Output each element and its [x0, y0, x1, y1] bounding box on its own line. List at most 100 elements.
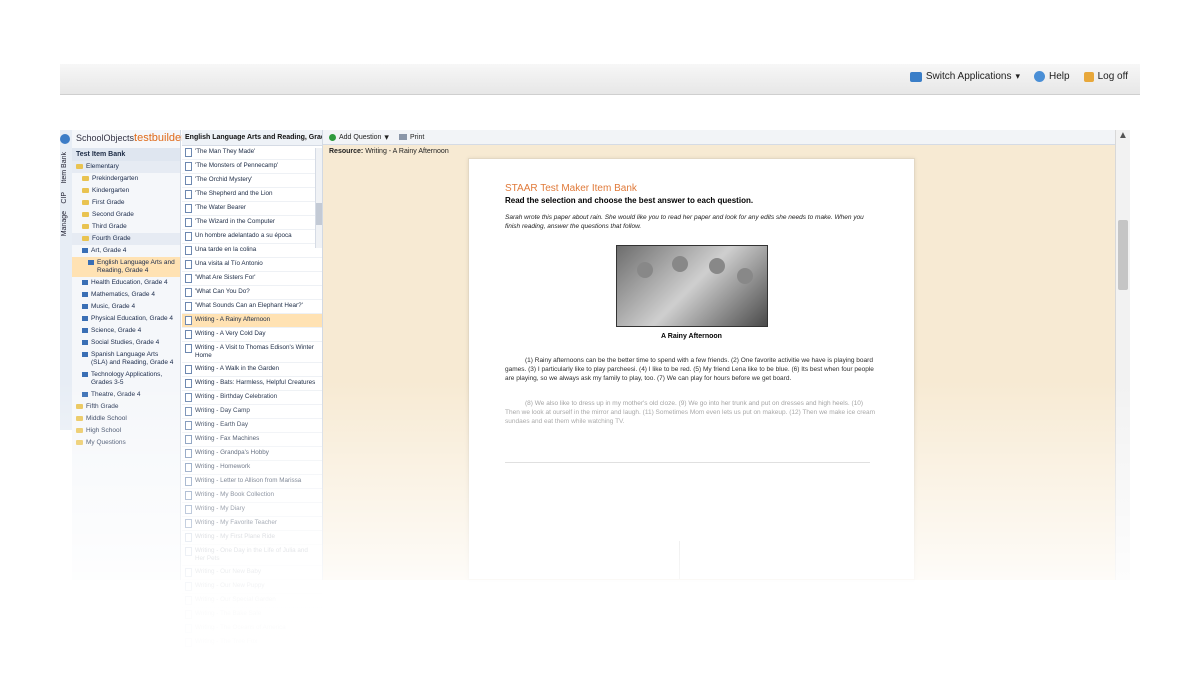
list-item[interactable]: Writing - Day Camp: [182, 405, 322, 419]
list-item[interactable]: 'What Can You Do?: [182, 286, 322, 300]
tree-item[interactable]: Fifth Grade: [72, 401, 180, 413]
tree-item[interactable]: Social Studies, Grade 4: [72, 337, 180, 349]
tab-manage[interactable]: Manage: [61, 211, 68, 236]
tree-item[interactable]: Fourth Grade: [72, 233, 180, 245]
tree-list: Elementary Prekindergarten Kindergarten Fir…: [72, 161, 180, 449]
resource-list-scrollbar[interactable]: [315, 148, 322, 248]
tree-item[interactable]: Middle School: [72, 413, 180, 425]
tree-item[interactable]: Kindergarten: [72, 185, 180, 197]
list-item[interactable]: 'The Wizard in the Computer: [182, 216, 322, 230]
tree-item[interactable]: Theatre, Grade 4: [72, 389, 180, 401]
list-item[interactable]: 'The Water Bearer: [182, 202, 322, 216]
tree-item-label: Social Studies, Grade 4: [91, 339, 160, 346]
tree-item[interactable]: Health Education, Grade 4: [72, 277, 180, 289]
tree-item[interactable]: Elementary: [72, 161, 180, 173]
list-item[interactable]: Writing - Bats: Harmless, Helpful Creatu…: [182, 377, 322, 391]
list-item[interactable]: Writing - My Book Collection: [182, 489, 322, 503]
folder-icon: [76, 416, 83, 421]
tree-item[interactable]: Science, Grade 4: [72, 325, 180, 337]
photo-figure: [708, 258, 725, 274]
list-item[interactable]: Writing - My Diary: [182, 503, 322, 517]
print-icon: [398, 134, 407, 140]
list-item[interactable]: 'The Man They Made': [182, 146, 322, 160]
logoff-button[interactable]: Log off: [1083, 71, 1128, 82]
viewer-scrollbar[interactable]: ▲: [1115, 130, 1130, 580]
page-brand: STAAR Test Maker Item Bank: [505, 183, 637, 194]
list-item-label: Writing - The Tree Fox: [195, 638, 258, 645]
list-item[interactable]: Writing - A Rainy Afternoon: [182, 314, 322, 328]
list-item-label: Writing - The Oceans of America: [195, 624, 286, 631]
print-button[interactable]: Print: [398, 134, 424, 141]
folder-icon: [82, 224, 89, 229]
home-icon[interactable]: [60, 134, 70, 144]
list-item[interactable]: Una tarde en la colina: [182, 244, 322, 258]
list-item-label: 'The Shepherd and the Lion: [195, 190, 273, 197]
list-item[interactable]: 'What Are Sisters For': [182, 272, 322, 286]
list-item[interactable]: Un hombre adelantado a su época: [182, 230, 322, 244]
document-icon: [185, 379, 192, 388]
list-item[interactable]: Writing - Our Special Garden: [182, 594, 322, 608]
list-item[interactable]: Writing - One Day in the Life of Julia a…: [182, 545, 322, 566]
resource-label: Resource:: [329, 148, 364, 155]
list-item[interactable]: Writing - The Bake Sale: [182, 608, 322, 622]
list-item[interactable]: Writing - Grandpa's Hobby: [182, 447, 322, 461]
scrollbar-thumb[interactable]: [316, 203, 322, 225]
list-item[interactable]: 'What Sounds Can an Elephant Hear?': [182, 300, 322, 314]
list-item[interactable]: Writing - A Very Cold Day: [182, 328, 322, 342]
list-item[interactable]: Una visita al Tío Antonio: [182, 258, 322, 272]
list-item[interactable]: Writing - Earth Day: [182, 419, 322, 433]
list-item[interactable]: Writing - Birthday Celebration: [182, 391, 322, 405]
list-item[interactable]: Writing - Our New Puppy: [182, 580, 322, 594]
help-button[interactable]: Help: [1034, 71, 1070, 82]
tree-item[interactable]: Third Grade: [72, 221, 180, 233]
list-item[interactable]: Writing - The Oceans of America: [182, 622, 322, 636]
switch-applications-label: Switch Applications: [925, 71, 1012, 82]
switch-applications-button[interactable]: Switch Applications ▾: [909, 71, 1020, 82]
tree-item[interactable]: First Grade: [72, 197, 180, 209]
tree-item[interactable]: Technology Applications, Grades 3-5: [72, 369, 180, 389]
list-item[interactable]: Writing - Homework: [182, 461, 322, 475]
passage-page: STAAR Test Maker Item Bank Read the sele…: [468, 158, 915, 580]
list-item[interactable]: Writing - Letter to Allison from Marissa: [182, 475, 322, 489]
document-icon: [185, 344, 192, 353]
list-item[interactable]: Writing - A Walk in the Garden: [182, 363, 322, 377]
passage-paragraph-1: (1) Rainy afternoons can be the better t…: [505, 357, 874, 382]
list-item-label: Writing - My Favorite Teacher: [195, 519, 278, 526]
tree-item[interactable]: Prekindergarten: [72, 173, 180, 185]
add-question-button[interactable]: Add Question ▾: [329, 132, 389, 143]
tree-item[interactable]: Mathematics, Grade 4: [72, 289, 180, 301]
scroll-up-icon[interactable]: ▲: [1116, 130, 1130, 141]
tree-item[interactable]: Second Grade: [72, 209, 180, 221]
list-item-label: Un hombre adelantado a su época: [195, 232, 292, 239]
list-item[interactable]: Writing - My Favorite Teacher: [182, 517, 322, 531]
list-item[interactable]: Writing - My First Plane Ride: [182, 531, 322, 545]
tree-header: Test Item Bank: [72, 148, 180, 161]
viewer-scroll-thumb[interactable]: [1118, 220, 1128, 290]
list-item[interactable]: Writing - Fax Machines: [182, 433, 322, 447]
tree-item[interactable]: High School: [72, 425, 180, 437]
list-item[interactable]: 'The Orchid Mystery': [182, 174, 322, 188]
tree-item[interactable]: Music, Grade 4: [72, 301, 180, 313]
list-item[interactable]: 'The Monsters of Pennecamp': [182, 160, 322, 174]
list-item-label: 'What Can You Do?: [195, 288, 250, 295]
list-item[interactable]: Writing - Our New Baby: [182, 566, 322, 580]
document-icon: [185, 176, 192, 185]
tree-item-label: Theatre, Grade 4: [91, 391, 141, 398]
tree-item[interactable]: My Questions: [72, 437, 180, 449]
item-bank-tree: SchoolObjectstestbuilder Test Item Bank …: [72, 130, 185, 580]
tree-item[interactable]: Art, Grade 4: [72, 245, 180, 257]
list-item[interactable]: 'The Shepherd and the Lion: [182, 188, 322, 202]
tree-item[interactable]: English Language Arts and Reading, Grade…: [72, 257, 180, 277]
list-item[interactable]: Writing - A Visit to Thomas Edison's Win…: [182, 342, 322, 363]
tree-item[interactable]: Spanish Language Arts (SLA) and Reading,…: [72, 349, 180, 369]
list-item[interactable]: Writing - The Tree Fox: [182, 636, 322, 650]
tab-item-bank[interactable]: Item Bank: [61, 152, 68, 184]
book-icon: [82, 304, 88, 309]
photo-figure: [636, 262, 653, 278]
tree-item[interactable]: Physical Education, Grade 4: [72, 313, 180, 325]
add-question-label: Add Question: [339, 133, 382, 141]
tab-cip[interactable]: CIP: [61, 192, 68, 204]
folder-icon: [82, 236, 89, 241]
list-item-label: 'What Are Sisters For': [195, 274, 256, 281]
document-icon: [185, 288, 192, 297]
